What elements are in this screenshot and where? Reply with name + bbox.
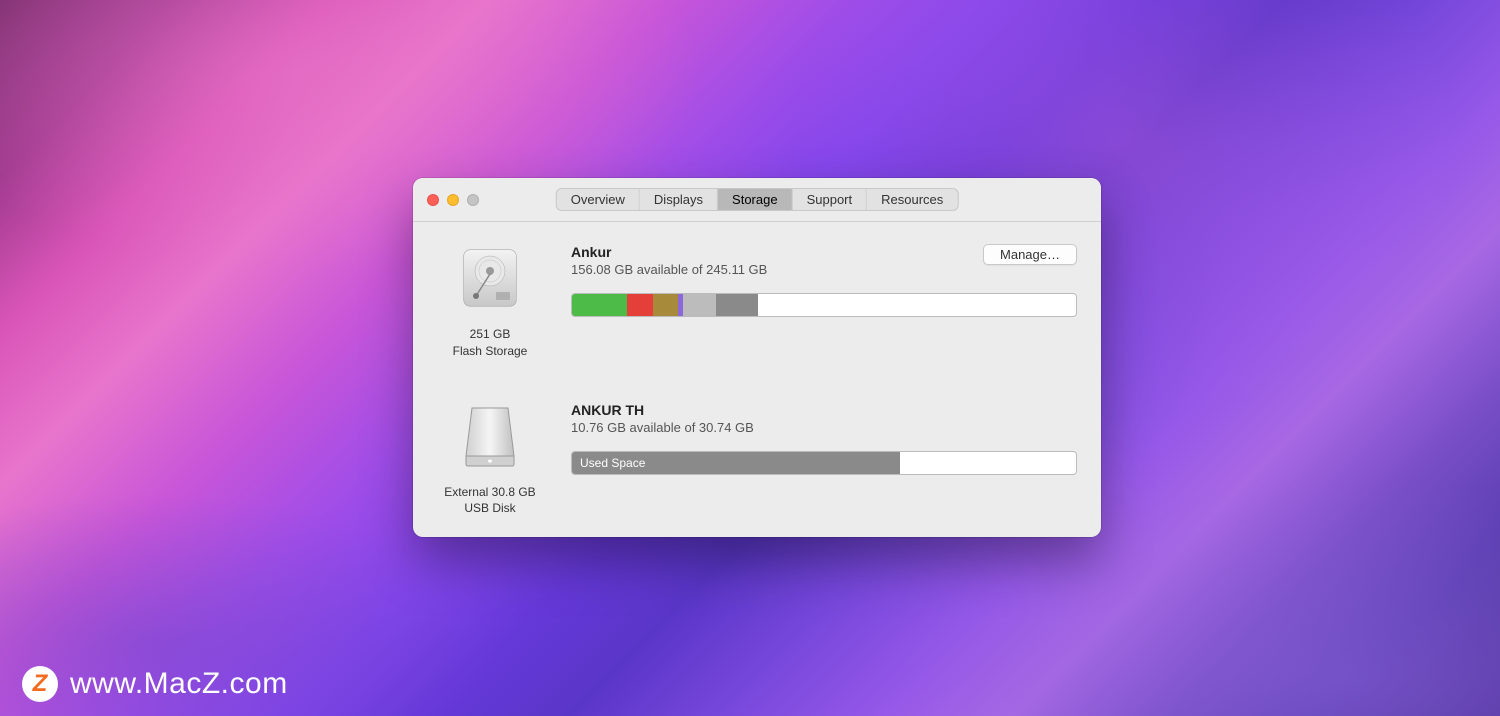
tab-bar: Overview Displays Storage Support Resour… bbox=[556, 188, 959, 211]
drive-name: ANKUR TH bbox=[571, 402, 754, 418]
tab-support[interactable]: Support bbox=[793, 189, 868, 210]
tab-displays[interactable]: Displays bbox=[640, 189, 718, 210]
storage-segment bbox=[716, 294, 759, 316]
storage-segment bbox=[683, 294, 716, 316]
minimize-button[interactable] bbox=[447, 194, 459, 206]
tab-overview[interactable]: Overview bbox=[557, 189, 640, 210]
tab-resources[interactable]: Resources bbox=[867, 189, 957, 210]
drive-name: Ankur bbox=[571, 244, 767, 260]
watermark-text: www.MacZ.com bbox=[70, 667, 288, 701]
drive-row-external: External 30.8 GB USB Disk ANKUR TH 10.76… bbox=[437, 402, 1077, 518]
storage-bar[interactable] bbox=[571, 293, 1077, 317]
used-space-label: Used Space bbox=[580, 456, 645, 470]
about-this-mac-window: Overview Displays Storage Support Resour… bbox=[413, 178, 1101, 537]
storage-segment bbox=[758, 294, 1076, 316]
drive-header: Ankur 156.08 GB available of 245.11 GB M… bbox=[571, 244, 1077, 277]
drive-row-internal: 251 GB Flash Storage Ankur 156.08 GB ava… bbox=[437, 244, 1077, 360]
watermark-logo-icon: Z bbox=[22, 666, 58, 702]
drive-icon-column: 251 GB Flash Storage bbox=[437, 244, 543, 360]
traffic-lights bbox=[427, 194, 479, 206]
drive-caption: External 30.8 GB USB Disk bbox=[444, 484, 535, 518]
drive-type-text: Flash Storage bbox=[453, 344, 528, 358]
drive-available-text: 10.76 GB available of 30.74 GB bbox=[571, 420, 754, 435]
watermark: Z www.MacZ.com bbox=[22, 666, 288, 702]
storage-segment bbox=[653, 294, 678, 316]
drive-capacity-text: 251 GB bbox=[470, 327, 511, 341]
external-drive-icon bbox=[456, 402, 524, 470]
storage-bar[interactable]: Used Space bbox=[571, 451, 1077, 475]
drive-info: ANKUR TH 10.76 GB available of 30.74 GB … bbox=[571, 402, 1077, 518]
drive-capacity-text: External 30.8 GB bbox=[444, 485, 535, 499]
internal-drive-icon bbox=[456, 244, 524, 312]
maximize-button bbox=[467, 194, 479, 206]
tab-storage[interactable]: Storage bbox=[718, 189, 793, 210]
drive-caption: 251 GB Flash Storage bbox=[453, 326, 528, 360]
window-content: 251 GB Flash Storage Ankur 156.08 GB ava… bbox=[413, 222, 1101, 537]
storage-segment bbox=[627, 294, 652, 316]
drive-info: Ankur 156.08 GB available of 245.11 GB M… bbox=[571, 244, 1077, 360]
desktop-background: Overview Displays Storage Support Resour… bbox=[0, 0, 1500, 716]
manage-button[interactable]: Manage… bbox=[983, 244, 1077, 265]
drive-type-text: USB Disk bbox=[464, 501, 515, 515]
drive-available-text: 156.08 GB available of 245.11 GB bbox=[571, 262, 767, 277]
storage-segment bbox=[900, 452, 1076, 474]
storage-segment bbox=[572, 294, 627, 316]
close-button[interactable] bbox=[427, 194, 439, 206]
window-titlebar[interactable]: Overview Displays Storage Support Resour… bbox=[413, 178, 1101, 222]
drive-header: ANKUR TH 10.76 GB available of 30.74 GB bbox=[571, 402, 1077, 435]
drive-icon-column: External 30.8 GB USB Disk bbox=[437, 402, 543, 518]
